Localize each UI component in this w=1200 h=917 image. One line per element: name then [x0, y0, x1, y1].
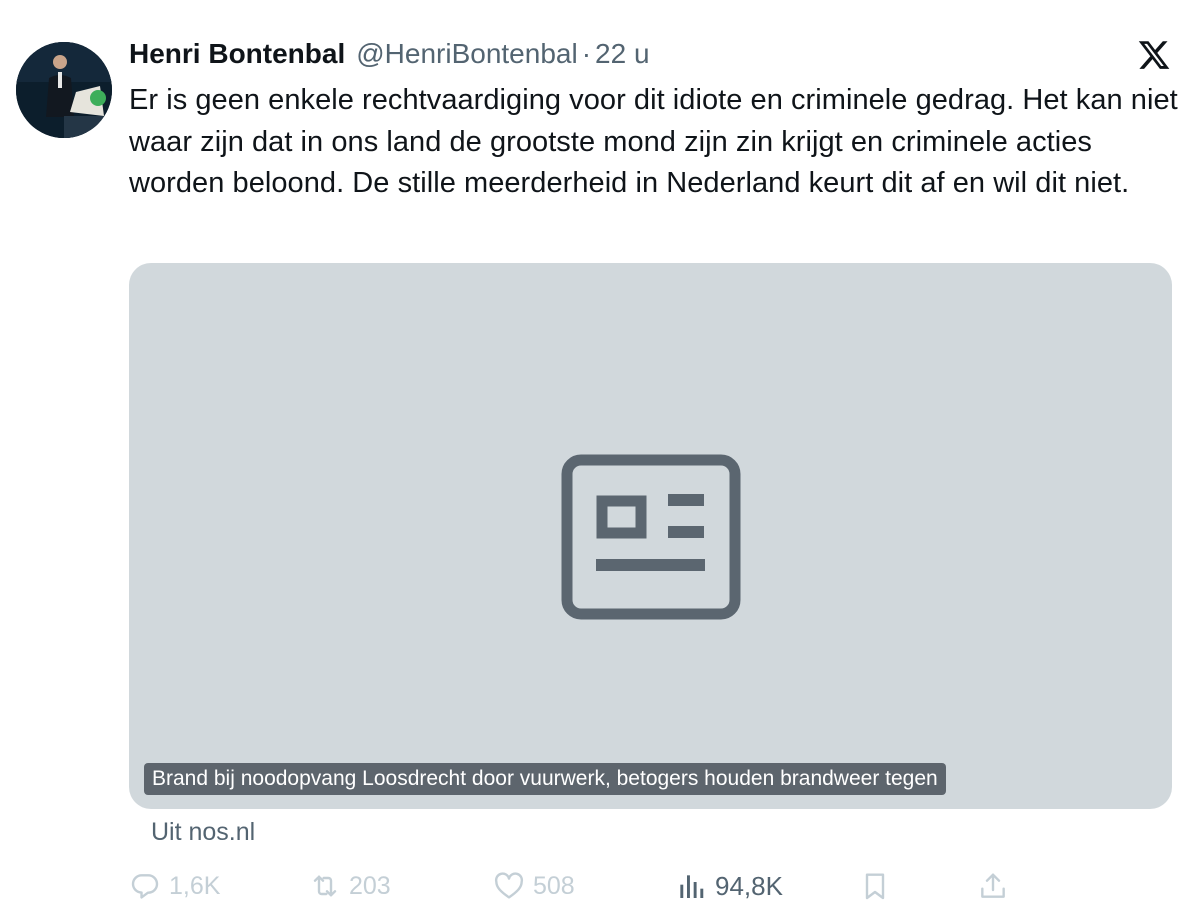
retweet-button[interactable]: 203 [309, 866, 391, 906]
retweet-count: 203 [349, 871, 391, 900]
retweet-icon [313, 875, 337, 897]
bookmark-icon [865, 873, 885, 900]
tweet[interactable]: Henri Bontenbal @HenriBontenbal · 22 u E… [0, 0, 1200, 917]
display-name[interactable]: Henri Bontenbal [129, 38, 345, 70]
avatar[interactable] [16, 42, 112, 138]
share-icon [981, 873, 1005, 898]
like-button[interactable]: 508 [493, 866, 575, 906]
tweet-text: Er is geen enkele rechtvaardiging voor d… [129, 84, 1178, 199]
news-article-icon [561, 454, 741, 620]
heart-icon [494, 872, 524, 899]
x-logo-icon [1137, 38, 1171, 72]
user-handle[interactable]: @HenriBontenbal [356, 38, 577, 70]
action-bar: 1,6K 203 508 94,8K [129, 866, 1189, 906]
reply-count: 1,6K [169, 871, 221, 900]
card-caption: Brand bij noodopvang Loosdrecht door vuu… [144, 763, 946, 795]
views-chart-icon [680, 875, 704, 898]
tweet-header: Henri Bontenbal @HenriBontenbal · 22 u [129, 38, 650, 74]
share-button[interactable] [977, 866, 1017, 906]
like-count: 508 [533, 871, 575, 900]
bookmark-button[interactable] [859, 866, 899, 906]
timestamp[interactable]: 22 u [595, 38, 650, 70]
reply-button[interactable]: 1,6K [129, 866, 220, 906]
card-source[interactable]: Uit nos.nl [151, 818, 255, 847]
link-card[interactable]: Brand bij noodopvang Loosdrecht door vuu… [129, 263, 1172, 809]
views-count: 94,8K [715, 870, 783, 901]
views-button[interactable]: 94,8K [675, 866, 783, 906]
reply-icon [131, 874, 159, 899]
separator-dot: · [581, 38, 592, 69]
